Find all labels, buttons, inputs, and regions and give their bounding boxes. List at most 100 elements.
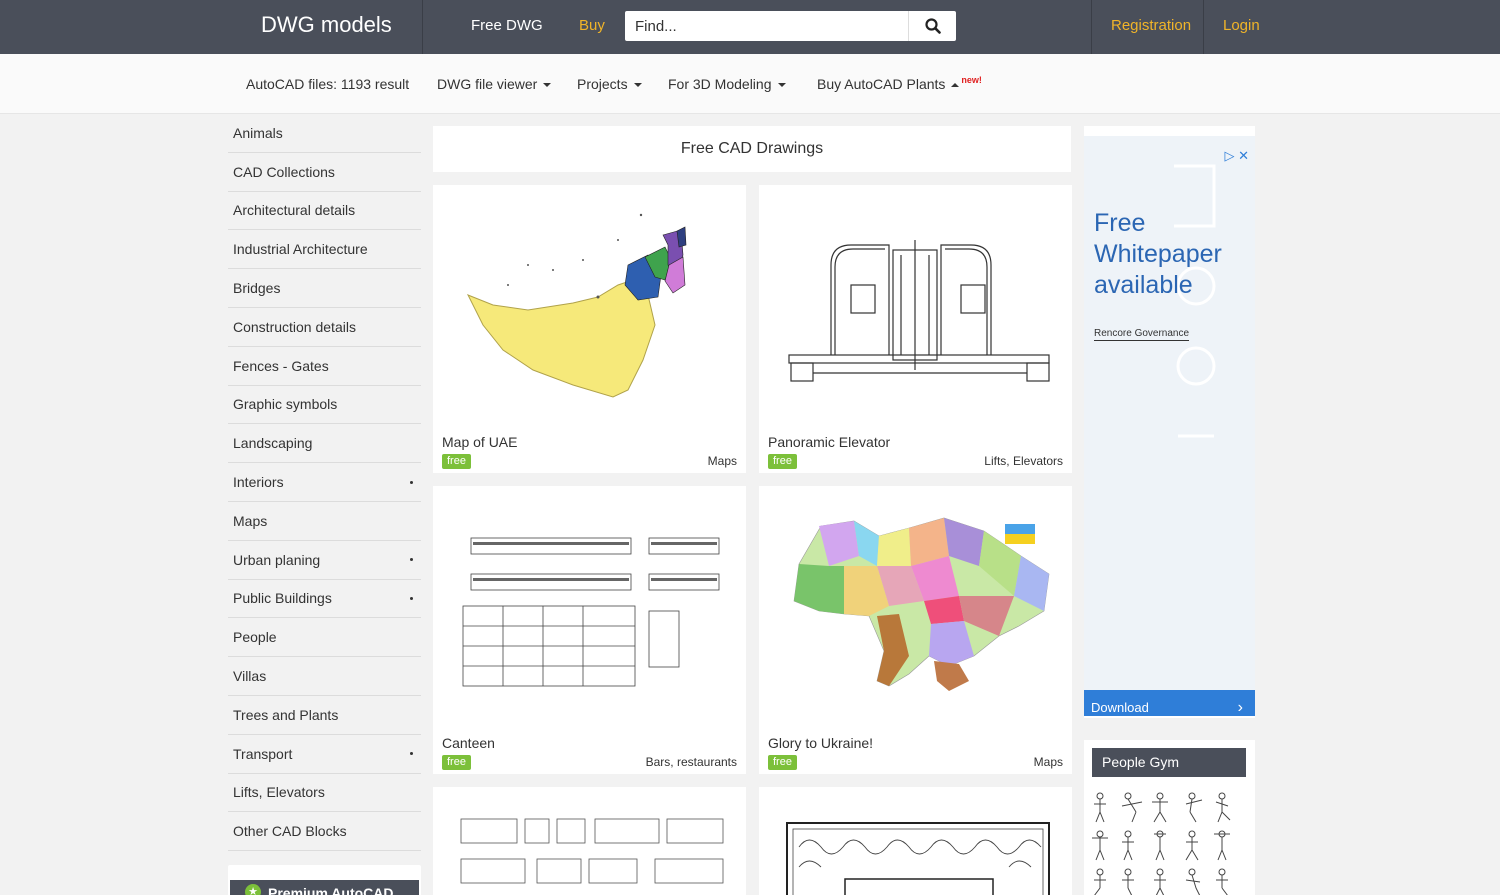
- gym-figures-thumbnail: [1092, 792, 1231, 895]
- submenu-dot-icon: [410, 752, 413, 756]
- drawing-card-elevator[interactable]: Panoramic Elevator free Lifts, Elevators: [759, 185, 1072, 473]
- sidebar-item-cad-collections[interactable]: CAD Collections: [228, 153, 421, 192]
- sidebar-item-lifts-elevators[interactable]: Lifts, Elevators: [228, 774, 421, 813]
- top-bar: DWG models Free DWG Buy Registration Log…: [0, 0, 1500, 54]
- sidebar-item-fences-gates[interactable]: Fences - Gates: [228, 347, 421, 386]
- uae-map-thumbnail: [466, 213, 687, 398]
- drawing-card-furniture[interactable]: [433, 787, 746, 895]
- sidebar-item-maps[interactable]: Maps: [228, 502, 421, 541]
- divider: [422, 0, 423, 54]
- card-category[interactable]: Maps: [708, 454, 737, 468]
- buy-plants-label: Buy AutoCAD Plants: [817, 76, 946, 92]
- submenu-dot-icon: [410, 558, 413, 562]
- card-title[interactable]: Map of UAE: [442, 434, 517, 450]
- ad-sponsor: Rencore Governance: [1094, 328, 1190, 341]
- sidebar-item-graphic-symbols[interactable]: Graphic symbols: [228, 386, 421, 425]
- free-dwg-link[interactable]: Free DWG: [471, 17, 543, 34]
- card-title[interactable]: Canteen: [442, 735, 495, 751]
- sidebar-item-label: Industrial Architecture: [233, 241, 368, 258]
- premium-label: Premium AutoCAD: [268, 885, 394, 895]
- search-icon: [924, 18, 941, 34]
- sidebar-item-label: Architectural details: [233, 202, 356, 219]
- files-count[interactable]: AutoCAD files: 1193 result: [246, 76, 409, 92]
- ad-banner[interactable]: ▷ ✕ Free Whitepaper available Rencore Go…: [1084, 136, 1255, 716]
- drawing-card-canteen[interactable]: Canteen free Bars, restaurants: [433, 486, 746, 774]
- site-logo[interactable]: DWG models: [261, 12, 392, 38]
- registration-link[interactable]: Registration: [1111, 17, 1191, 34]
- elevator-thumbnail: [788, 240, 1050, 382]
- divider: [1091, 0, 1092, 54]
- sidebar-item-label: Construction details: [233, 318, 356, 335]
- free-badge: free: [768, 755, 797, 770]
- sidebar-item-trees-and-plants[interactable]: Trees and Plants: [228, 696, 421, 735]
- sidebar-item-label: Lifts, Elevators: [233, 784, 325, 801]
- chevron-up-icon: [951, 83, 960, 88]
- ad-background-logo: [1174, 164, 1216, 438]
- card-category[interactable]: Bars, restaurants: [646, 755, 737, 769]
- people-gym-widget[interactable]: People Gym: [1084, 740, 1255, 895]
- secondary-nav: AutoCAD files: 1193 result DWG file view…: [0, 54, 1500, 114]
- projects-label: Projects: [577, 76, 628, 92]
- ad-download-label: Download: [1091, 700, 1149, 715]
- sidebar-item-people[interactable]: People: [228, 618, 421, 658]
- sidebar-item-interiors[interactable]: Interiors: [228, 463, 421, 502]
- card-category[interactable]: Maps: [1034, 755, 1063, 769]
- ad-headline: Free Whitepaper available: [1094, 209, 1222, 299]
- premium-panel: ★ Premium AutoCAD: [228, 865, 421, 895]
- drawing-card-uae[interactable]: Map of UAE free Maps: [433, 185, 746, 473]
- dwg-viewer-label: DWG file viewer: [437, 76, 538, 92]
- sidebar-item-industrial-architecture[interactable]: Industrial Architecture: [228, 230, 421, 270]
- sidebar-item-label: People: [233, 629, 277, 646]
- advertisement: ▷ ✕ Free Whitepaper available Rencore Go…: [1084, 126, 1255, 718]
- search-button[interactable]: [908, 11, 956, 41]
- divider: [1203, 0, 1204, 54]
- sidebar-item-villas[interactable]: Villas: [228, 657, 421, 696]
- submenu-dot-icon: [410, 596, 413, 600]
- category-sidebar: Animals CAD Collections Architectural de…: [228, 114, 421, 852]
- free-badge: free: [442, 454, 471, 469]
- modeling-label: For 3D Modeling: [668, 76, 772, 92]
- sidebar-item-animals[interactable]: Animals: [228, 114, 421, 153]
- sidebar-item-label: Graphic symbols: [233, 396, 338, 413]
- sidebar-item-label: CAD Collections: [233, 163, 335, 180]
- sidebar-item-label: Fences - Gates: [233, 357, 329, 374]
- sidebar-item-label: Other CAD Blocks: [233, 823, 347, 840]
- sidebar-item-label: Maps: [233, 512, 268, 529]
- ornament-thumbnail: [786, 822, 1050, 895]
- sidebar-item-construction-details[interactable]: Construction details: [228, 308, 421, 347]
- sidebar-item-transport[interactable]: Transport: [228, 735, 421, 774]
- sidebar-item-label: Public Buildings: [233, 590, 332, 607]
- free-badge: free: [768, 454, 797, 469]
- card-category[interactable]: Lifts, Elevators: [984, 454, 1063, 468]
- card-title[interactable]: Glory to Ukraine!: [768, 735, 873, 751]
- gym-title: People Gym: [1092, 748, 1246, 777]
- sidebar-item-label: Landscaping: [233, 435, 313, 452]
- search-input[interactable]: [625, 11, 907, 41]
- login-link[interactable]: Login: [1223, 17, 1260, 34]
- modeling-menu[interactable]: For 3D Modeling: [668, 76, 786, 92]
- sidebar-item-architectural-details[interactable]: Architectural details: [228, 192, 421, 231]
- chevron-right-icon: ›: [1237, 699, 1243, 716]
- ukraine-map-thumbnail: [793, 517, 1050, 691]
- dwg-viewer-menu[interactable]: DWG file viewer: [437, 76, 552, 92]
- sidebar-item-other-cad-blocks[interactable]: Other CAD Blocks: [228, 812, 421, 852]
- sidebar-item-label: Trees and Plants: [233, 706, 339, 723]
- sidebar-item-label: Villas: [233, 668, 267, 685]
- sidebar-item-urban-planing[interactable]: Urban planing: [228, 541, 421, 580]
- premium-autocad-button[interactable]: ★ Premium AutoCAD: [230, 880, 419, 895]
- drawing-card-ornament[interactable]: [759, 787, 1072, 895]
- buy-link[interactable]: Buy: [579, 17, 605, 34]
- sidebar-item-bridges[interactable]: Bridges: [228, 269, 421, 308]
- projects-menu[interactable]: Projects: [577, 76, 642, 92]
- sidebar-item-landscaping[interactable]: Landscaping: [228, 424, 421, 464]
- ad-download-button[interactable]: Download ›: [1084, 690, 1255, 716]
- card-title[interactable]: Panoramic Elevator: [768, 434, 890, 450]
- chevron-down-icon: [543, 83, 552, 88]
- sidebar-item-public-buildings[interactable]: Public Buildings: [228, 580, 421, 619]
- chevron-down-icon: [777, 83, 786, 88]
- furniture-thumbnail: [460, 818, 724, 884]
- buy-plants-menu[interactable]: Buy AutoCAD Plants new!: [817, 75, 982, 92]
- canteen-thumbnail: [462, 537, 720, 687]
- chevron-down-icon: [633, 83, 642, 88]
- drawing-card-ukraine[interactable]: Glory to Ukraine! free Maps: [759, 486, 1072, 774]
